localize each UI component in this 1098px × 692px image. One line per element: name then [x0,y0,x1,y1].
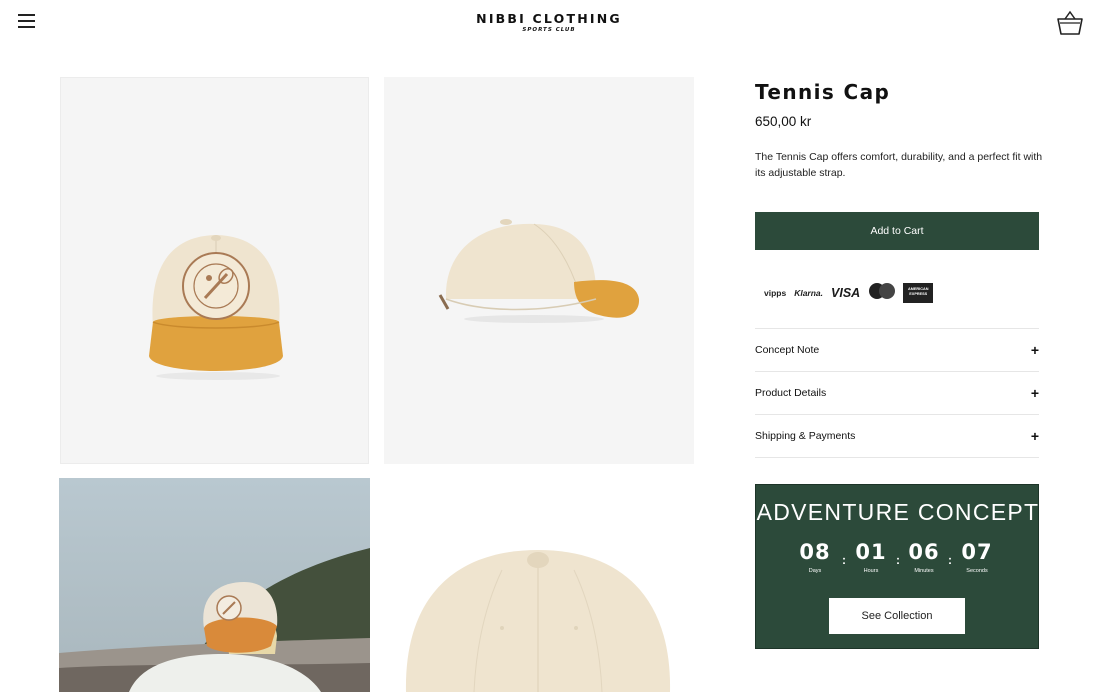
brand-subtitle: SPORTS CLUB [522,27,576,33]
product-title: Tennis Cap [755,80,891,104]
klarna-logo: Klarna. [794,288,824,298]
mastercard-logo [868,283,896,303]
countdown-label: Seconds [966,568,988,574]
add-to-cart-button[interactable]: Add to Cart [755,212,1039,250]
accordion-concept-note[interactable]: Concept Note + [755,329,1039,372]
plus-icon[interactable]: + [1031,385,1039,401]
payment-methods: vipps Klarna. VISA AMERICAN EXPRESS [764,282,934,304]
countdown-value: 07 [961,540,993,564]
visa-logo: VISA [831,286,861,300]
amex-logo: AMERICAN EXPRESS [903,283,934,303]
countdown-days: 08 Days [790,540,840,574]
countdown-label: Minutes [914,568,934,574]
promo-banner: ADVENTURE CONCEPT 08 Days : 01 Hours : 0… [755,484,1039,649]
basket-icon[interactable] [1056,10,1084,36]
product-image-top[interactable] [384,478,694,692]
brand-name: NIBBI CLOTHING [476,11,622,26]
accordion-product-details[interactable]: Product Details + [755,372,1039,415]
countdown-label: Days [808,568,822,574]
accordion-shipping-payments[interactable]: Shipping & Payments + [755,415,1039,458]
countdown-value: 06 [908,540,940,564]
product-accordion: Concept Note + Product Details + Shippin… [755,328,1039,458]
countdown-seconds: 07 Seconds [952,540,1002,574]
lifestyle-image[interactable] [59,478,370,692]
countdown-timer: 08 Days : 01 Hours : 06 Minutes : 07 Sec… [790,540,1010,580]
see-collection-button[interactable]: See Collection [829,598,965,634]
brand-logo[interactable]: NIBBI CLOTHING SPORTS CLUB [0,11,1098,33]
product-price: 650,00 kr [755,114,812,129]
countdown-hours: 01 Hours [846,540,896,574]
countdown-value: 01 [855,540,887,564]
product-image-front[interactable] [60,77,369,464]
countdown-label: Hours [863,568,879,574]
countdown-value: 08 [799,540,831,564]
plus-icon[interactable]: + [1031,342,1039,358]
plus-icon[interactable]: + [1031,428,1039,444]
accordion-label: Concept Note [755,344,820,356]
accordion-label: Product Details [755,387,827,399]
vipps-logo: vipps [764,288,787,298]
promo-title: ADVENTURE CONCEPT [756,499,1040,525]
countdown-minutes: 06 Minutes [899,540,949,574]
accordion-label: Shipping & Payments [755,430,856,442]
product-description: The Tennis Cap offers comfort, durabilit… [755,151,1043,179]
site-header: NIBBI CLOTHING SPORTS CLUB [0,0,1098,48]
product-image-side[interactable] [384,77,694,464]
